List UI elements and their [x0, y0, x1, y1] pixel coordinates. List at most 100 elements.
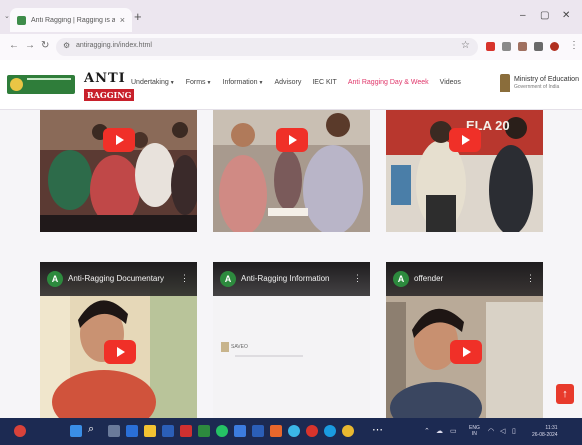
tray-chevron-icon[interactable]: ⌃	[424, 427, 430, 435]
nav-label: Undertaking	[131, 79, 169, 86]
new-tab-button[interactable]: +	[134, 10, 142, 23]
play-button-icon[interactable]	[103, 128, 135, 152]
play-button-icon[interactable]	[104, 340, 136, 364]
ministry-logo[interactable]: Ministry of Education Government of Indi…	[500, 74, 579, 92]
language-region: IN	[471, 431, 477, 437]
nav-videos[interactable]: Videos	[440, 79, 461, 86]
profile-avatar[interactable]	[550, 42, 559, 51]
downloads-icon[interactable]	[502, 42, 511, 51]
tab-title: Anti Ragging | Ragging is a crim	[31, 16, 115, 24]
ministry-subtitle: Government of India	[514, 84, 560, 90]
nav-information[interactable]: Information▼	[223, 79, 264, 86]
video-card[interactable]: ELA 20	[386, 110, 543, 232]
store-icon[interactable]	[162, 425, 174, 437]
browser-menu-icon[interactable]: ⋮	[569, 40, 579, 51]
channel-avatar[interactable]: A	[47, 271, 63, 287]
minimize-button[interactable]: –	[520, 10, 526, 21]
main-nav: Undertaking▼ Forms▼ Information▼ Advisor…	[131, 79, 472, 86]
chevron-down-icon: ▼	[206, 80, 212, 86]
battery-icon[interactable]: ▭	[450, 427, 457, 435]
battery-status-icon[interactable]: ▯	[512, 427, 516, 435]
video-card[interactable]	[40, 110, 197, 232]
more-options-icon[interactable]: ⋮	[353, 273, 362, 284]
start-menu-icon[interactable]	[70, 425, 82, 437]
bookmark-star-icon[interactable]: ☆	[461, 40, 470, 51]
chevron-down-icon: ▼	[169, 80, 175, 86]
nav-undertaking[interactable]: Undertaking▼	[131, 79, 175, 86]
video-title-bar: A offender ⋮	[386, 262, 543, 296]
outlook-icon[interactable]	[234, 425, 246, 437]
site-favicon-icon	[17, 15, 26, 25]
document-label: SAVEO	[231, 344, 248, 350]
app-icon[interactable]	[180, 425, 192, 437]
more-options-icon[interactable]: ⋮	[180, 273, 189, 284]
ugc-logo[interactable]	[7, 75, 75, 94]
browser-toolbar: ← → ↻ ⚙ antiragging.in/index.html ☆ ⋮	[0, 34, 582, 60]
extension-icon[interactable]	[486, 42, 495, 51]
video-card[interactable]: A offender ⋮	[386, 262, 543, 418]
nav-forms[interactable]: Forms▼	[186, 79, 212, 86]
word-icon[interactable]	[252, 425, 264, 437]
volume-icon[interactable]: ◁	[500, 427, 505, 435]
app-icon[interactable]	[324, 425, 336, 437]
widgets-icon[interactable]	[14, 425, 26, 437]
excel-icon[interactable]	[198, 425, 210, 437]
channel-avatar[interactable]: A	[393, 271, 409, 287]
back-arrow-icon[interactable]: ←	[9, 40, 19, 51]
window-close-button[interactable]: ✕	[562, 10, 570, 21]
scroll-to-top-button[interactable]: ↑	[556, 384, 574, 404]
tab-strip: ⌄ Anti Ragging | Ragging is a crim × + –…	[0, 0, 582, 34]
whatsapp-icon[interactable]	[216, 425, 228, 437]
play-button-icon[interactable]	[276, 128, 308, 152]
tab-close-icon[interactable]: ×	[120, 15, 125, 25]
channel-avatar[interactable]: A	[220, 271, 236, 287]
system-clock[interactable]: 11:31 26-08-2024	[532, 425, 558, 439]
video-title-bar: A Anti-Ragging Documentary ⋮	[40, 262, 197, 296]
ministry-name: Ministry of Education	[514, 76, 579, 83]
language-indicator[interactable]: ENG IN	[469, 425, 480, 437]
reload-icon[interactable]: ↻	[41, 40, 49, 51]
edge-browser-icon[interactable]	[126, 425, 138, 437]
chrome-icon[interactable]	[342, 425, 354, 437]
download-arrow-icon[interactable]	[534, 42, 543, 51]
more-options-icon[interactable]: ⋮	[526, 273, 535, 284]
file-explorer-icon[interactable]	[144, 425, 156, 437]
windows-taskbar: ⌕ ⋯ ⌃ ☁ ▭ ENG IN ◠ ◁ ▯ 11:31 26-08-2024	[0, 418, 582, 445]
task-view-icon[interactable]	[108, 425, 120, 437]
video-title[interactable]: Anti-Ragging Documentary	[68, 274, 164, 283]
cloud-icon[interactable]: ☁	[436, 427, 443, 435]
app-icon[interactable]	[288, 425, 300, 437]
browser-window: ⌄ Anti Ragging | Ragging is a crim × + –…	[0, 0, 582, 445]
anti-logo-line2: RAGGING	[84, 89, 135, 101]
app-icon[interactable]	[270, 425, 282, 437]
maximize-button[interactable]: ▢	[540, 10, 549, 21]
overflow-icon[interactable]: ⋯	[372, 423, 383, 436]
national-emblem-icon	[500, 74, 510, 92]
browser-tab[interactable]: Anti Ragging | Ragging is a crim ×	[10, 8, 132, 32]
video-title[interactable]: Anti-Ragging Information	[241, 274, 330, 283]
tab-search-button[interactable]: ⌄	[4, 12, 10, 20]
anti-ragging-logo[interactable]: ANTI RAGGING	[84, 72, 135, 103]
chevron-down-icon: ▼	[258, 80, 264, 86]
site-info-icon[interactable]: ⚙	[63, 41, 70, 50]
address-bar[interactable]: ⚙ antiragging.in/index.html ☆	[56, 38, 478, 56]
play-button-icon[interactable]	[450, 340, 482, 364]
ugc-crest-icon	[221, 342, 229, 352]
video-card[interactable]: A Anti-Ragging Documentary ⋮	[40, 262, 197, 418]
search-icon[interactable]: ⌕	[88, 423, 94, 436]
video-card[interactable]: A Anti-Ragging Information ⋮ SAVEO	[213, 262, 370, 418]
opera-icon[interactable]	[306, 425, 318, 437]
forward-arrow-icon[interactable]: →	[25, 40, 35, 51]
url-text[interactable]: antiragging.in/index.html	[76, 42, 152, 49]
wifi-icon[interactable]: ◠	[488, 427, 494, 435]
video-title[interactable]: offender	[414, 274, 443, 283]
nav-advisory[interactable]: Advisory	[274, 79, 301, 86]
extensions-puzzle-icon[interactable]	[518, 42, 527, 51]
nav-iec-kit[interactable]: IEC KIT	[312, 79, 337, 86]
video-title-bar: A Anti-Ragging Information ⋮	[213, 262, 370, 296]
nav-anti-ragging-day[interactable]: Anti Ragging Day & Week	[348, 79, 429, 86]
play-button-icon[interactable]	[449, 128, 481, 152]
video-card[interactable]	[213, 110, 370, 232]
ugc-emblem-icon	[10, 78, 23, 91]
nav-label: Information	[222, 79, 258, 86]
